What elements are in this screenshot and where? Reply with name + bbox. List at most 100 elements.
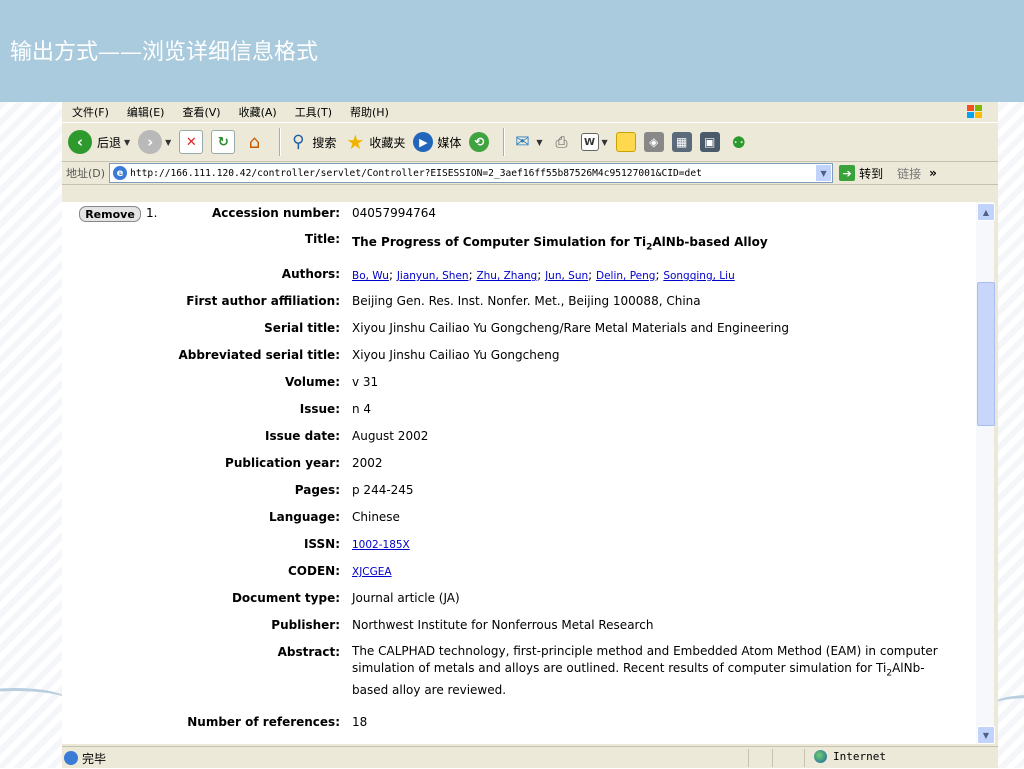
printer-icon: ⎙ bbox=[555, 133, 568, 151]
stop-icon: ✕ bbox=[179, 130, 204, 154]
research-button[interactable]: ◈ bbox=[643, 132, 664, 152]
publisher-label: Publisher: bbox=[271, 618, 340, 632]
chevron-down-icon[interactable]: ▼ bbox=[124, 138, 130, 147]
back-arrow-icon: ‹ bbox=[68, 130, 92, 154]
pages-label: Pages: bbox=[294, 483, 340, 497]
issue-date-value: August 2002 bbox=[352, 429, 429, 443]
stop-button[interactable]: ✕ bbox=[179, 130, 204, 154]
accession-value: 04057994764 bbox=[352, 206, 436, 220]
refresh-button[interactable]: ↻ bbox=[211, 130, 236, 154]
edit-button[interactable]: W ▼ bbox=[580, 133, 608, 151]
media-label: 媒体 bbox=[437, 135, 462, 150]
home-icon: ⌂ bbox=[248, 131, 261, 153]
author-link[interactable]: Songqing, Liu bbox=[663, 270, 734, 282]
zone-label: Internet bbox=[833, 750, 886, 763]
favorites-button[interactable]: ★ 收藏夹 bbox=[344, 130, 406, 154]
title-text: The Progress of Computer Simulation for … bbox=[352, 235, 647, 249]
status-divider bbox=[804, 749, 805, 767]
scroll-up-icon[interactable]: ▲ bbox=[977, 203, 995, 221]
issn-label: ISSN: bbox=[303, 537, 340, 551]
abbrev-serial-value: Xiyou Jinshu Cailiao Yu Gongcheng bbox=[352, 348, 560, 362]
scroll-thumb[interactable] bbox=[977, 282, 995, 426]
chevron-down-icon[interactable]: ▼ bbox=[536, 138, 542, 147]
issue-value: n 4 bbox=[352, 402, 372, 416]
tool-icon: ▦ bbox=[671, 132, 692, 152]
back-label: 后退 bbox=[97, 135, 122, 150]
back-button[interactable]: ‹ 后退 ▼ bbox=[68, 130, 130, 154]
star-icon: ★ bbox=[346, 130, 365, 154]
author-link[interactable]: Bo, Wu bbox=[352, 270, 389, 282]
author-link[interactable]: Delin, Peng bbox=[596, 270, 655, 282]
scroll-down-icon[interactable]: ▼ bbox=[977, 726, 995, 744]
publisher-value: Northwest Institute for Nonferrous Metal… bbox=[352, 618, 654, 632]
links-label[interactable]: 链接 bbox=[897, 165, 921, 182]
menu-view[interactable]: 查看(V) bbox=[182, 104, 220, 120]
coden-link[interactable]: XJCGEA bbox=[352, 566, 392, 578]
chevron-down-icon[interactable]: ▼ bbox=[165, 138, 171, 147]
issue-label: Issue: bbox=[299, 402, 340, 416]
security-zone: Internet bbox=[814, 750, 886, 763]
mail-icon: ✉ bbox=[515, 132, 530, 152]
tool-button-2[interactable]: ▣ bbox=[699, 132, 720, 152]
go-label: 转到 bbox=[859, 166, 884, 181]
search-button[interactable]: ⚲ 搜索 bbox=[287, 131, 336, 153]
history-icon: ⟲ bbox=[469, 132, 490, 152]
issn-link[interactable]: 1002-185X bbox=[352, 539, 410, 551]
folder-icon bbox=[615, 132, 636, 152]
history-button[interactable]: ⟲ bbox=[469, 132, 490, 152]
pages-value: p 244-245 bbox=[352, 483, 414, 497]
toolbar: ‹ 后退 ▼ › ▼ ✕ ↻ ⌂ ⚲ 搜索 ★ 收藏夹 ▶ 媒体 ⟲ ✉ ▼ ⎙… bbox=[62, 122, 998, 162]
messenger-button[interactable]: ⚉ bbox=[728, 131, 750, 153]
page-content: Remove 1. Accession number: 04057994764 … bbox=[62, 202, 976, 744]
remove-button[interactable]: Remove bbox=[79, 206, 141, 222]
menu-favorites[interactable]: 收藏(A) bbox=[239, 104, 277, 120]
menu-file[interactable]: 文件(F) bbox=[72, 104, 109, 120]
mail-button[interactable]: ✉ ▼ bbox=[511, 131, 542, 153]
media-button[interactable]: ▶ 媒体 bbox=[413, 132, 461, 152]
chevron-down-icon[interactable]: ▼ bbox=[602, 138, 608, 147]
status-divider bbox=[772, 749, 773, 767]
go-button[interactable]: ➔ 转到 bbox=[839, 165, 883, 182]
coden-value: XJCGEA bbox=[352, 564, 392, 578]
title-label: Title: bbox=[304, 232, 340, 246]
record-number: 1. bbox=[146, 206, 158, 220]
tool-button-1[interactable]: ▦ bbox=[671, 132, 692, 152]
chevron-down-icon[interactable]: ▼ bbox=[815, 164, 833, 182]
language-value: Chinese bbox=[352, 510, 400, 524]
menu-edit[interactable]: 编辑(E) bbox=[127, 104, 165, 120]
browser-window: 文件(F) 编辑(E) 查看(V) 收藏(A) 工具(T) 帮助(H) ‹ 后退… bbox=[62, 102, 998, 768]
chevron-right-icon[interactable]: » bbox=[929, 166, 937, 180]
title-value: The Progress of Computer Simulation for … bbox=[352, 235, 768, 252]
document-type-value: Journal article (JA) bbox=[352, 591, 460, 605]
serial-title-value: Xiyou Jinshu Cailiao Yu Gongcheng/Rare M… bbox=[352, 321, 789, 335]
menu-tools[interactable]: 工具(T) bbox=[295, 104, 332, 120]
author-link[interactable]: Jianyun, Shen bbox=[397, 270, 469, 282]
author-link[interactable]: Zhu, Zhang bbox=[476, 270, 537, 282]
tool-icon: ▣ bbox=[699, 132, 720, 152]
windows-logo-icon bbox=[967, 105, 982, 118]
toolbar-separator bbox=[279, 128, 282, 156]
publication-year-label: Publication year: bbox=[225, 456, 340, 470]
home-button[interactable]: ⌂ bbox=[243, 131, 265, 153]
menu-help[interactable]: 帮助(H) bbox=[350, 104, 389, 120]
document-type-label: Document type: bbox=[231, 591, 340, 605]
serial-title-label: Serial title: bbox=[264, 321, 340, 335]
references-label: Number of references: bbox=[187, 715, 340, 729]
vertical-scrollbar[interactable]: ▲ ▼ bbox=[976, 202, 995, 744]
address-input[interactable]: e http://166.111.120.42/controller/servl… bbox=[109, 163, 834, 183]
abbrev-serial-label: Abbreviated serial title: bbox=[178, 348, 340, 362]
accession-label: Accession number: bbox=[211, 206, 340, 220]
forward-button[interactable]: › ▼ bbox=[138, 130, 171, 154]
favorites-label: 收藏夹 bbox=[369, 135, 406, 150]
print-button[interactable]: ⎙ bbox=[551, 131, 573, 153]
research-icon: ◈ bbox=[643, 132, 664, 152]
search-icon: ⚲ bbox=[292, 132, 305, 152]
discuss-button[interactable] bbox=[615, 132, 636, 152]
affiliation-label: First author affiliation: bbox=[186, 294, 340, 308]
address-label: 地址(D) bbox=[66, 167, 106, 180]
menu-bar: 文件(F) 编辑(E) 查看(V) 收藏(A) 工具(T) 帮助(H) bbox=[62, 102, 998, 122]
author-link[interactable]: Jun, Sun bbox=[545, 270, 588, 282]
globe-icon bbox=[814, 750, 827, 763]
media-icon: ▶ bbox=[413, 132, 434, 152]
address-url[interactable]: http://166.111.120.42/controller/servlet… bbox=[130, 168, 820, 179]
